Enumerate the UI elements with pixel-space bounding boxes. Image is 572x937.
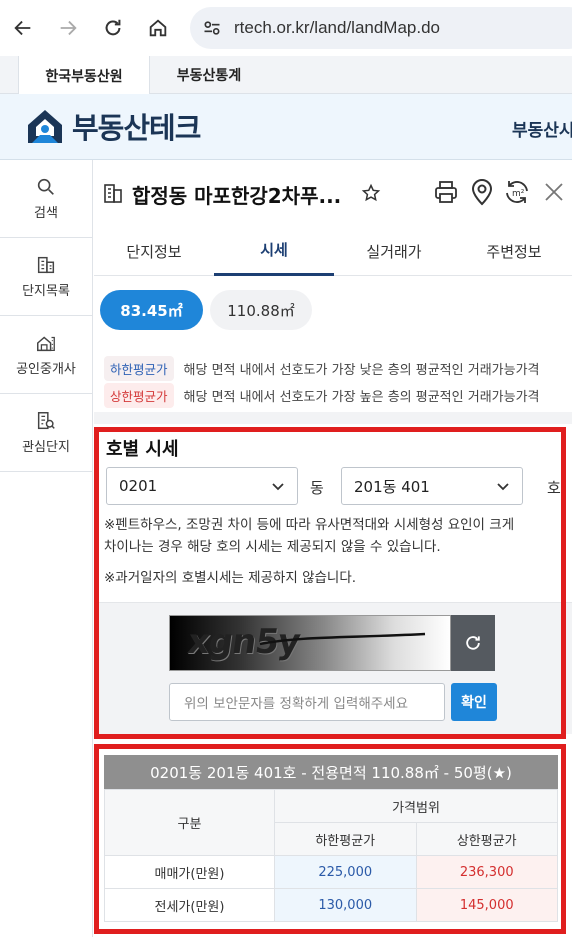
sidebar-item-label: 검색 <box>34 206 58 221</box>
forward-icon[interactable] <box>46 6 90 50</box>
agent-office-icon <box>37 336 55 352</box>
legend-high: 상한평균가 해당 면적 내에서 선호도가 가장 높은 층의 평균적인 거래가능가… <box>104 382 540 408</box>
location-pin-icon[interactable] <box>469 177 495 207</box>
site-tab-stats[interactable]: 부동산통계 <box>150 56 268 94</box>
sidebar-item-search[interactable]: 검색 <box>0 160 92 238</box>
site-tab-reb[interactable]: 한국부동산원 <box>18 56 150 95</box>
highlight-frame-result <box>94 744 566 934</box>
complex-title: 합정동 마포한강2차푸... <box>132 184 342 208</box>
legend-tag-low: 하한평균가 <box>104 355 174 381</box>
svg-text:m²: m² <box>512 189 525 199</box>
logo-text: 부동산테크 <box>72 111 201 145</box>
reload-icon[interactable] <box>91 6 135 50</box>
tab-market-price[interactable]: 시세 <box>214 226 334 276</box>
search-icon <box>37 178 54 195</box>
area-convert-icon[interactable]: m² <box>502 177 532 207</box>
print-icon[interactable] <box>432 178 460 206</box>
site-header: 부동산테크 부동산시 <box>0 94 572 160</box>
highlight-frame-unit-price <box>94 427 566 739</box>
back-icon[interactable] <box>1 6 45 50</box>
sidebar-item-label: 단지목록 <box>22 284 70 299</box>
site-settings-icon[interactable] <box>202 18 222 38</box>
legend-low: 하한평균가 해당 면적 내에서 선호도가 가장 낮은 층의 평균적인 거래가능가… <box>104 355 540 381</box>
site-logo[interactable]: 부동산테크 <box>24 105 201 147</box>
favorite-complex-icon <box>37 412 55 430</box>
browser-toolbar: rtech.or.kr/land/landMap.do <box>0 0 572 56</box>
section-divider <box>94 412 572 424</box>
legend-desc-low: 해당 면적 내에서 선호도가 가장 낮은 층의 평균적인 거래가능가격 <box>183 362 540 378</box>
sidebar-item-label: 공인중개사 <box>16 362 76 377</box>
area-chip-83[interactable]: 83.45㎡ <box>100 290 203 330</box>
sidebar-item-complex-list[interactable]: 단지목록 <box>0 238 92 316</box>
legend-desc-high: 해당 면적 내에서 선호도가 가장 높은 층의 평균적인 거래가능가격 <box>183 389 540 405</box>
left-sidebar: 검색 단지목록 공인중개사 관심단지 <box>0 160 93 937</box>
tab-complex-info[interactable]: 단지정보 <box>94 226 214 276</box>
site-tabs: 한국부동산원 부동산통계 <box>0 56 572 95</box>
area-chip-110[interactable]: 110.88㎡ <box>210 290 312 330</box>
legend-tag-high: 상한평균가 <box>104 382 174 408</box>
building-list-icon <box>37 256 55 274</box>
url-text: rtech.or.kr/land/landMap.do <box>234 18 441 37</box>
address-bar[interactable]: rtech.or.kr/land/landMap.do <box>190 7 572 49</box>
home-icon[interactable] <box>136 6 180 50</box>
tab-actual-transactions[interactable]: 실거래가 <box>334 226 454 276</box>
header-menu-text[interactable]: 부동산시 <box>512 116 572 141</box>
sidebar-item-favorites[interactable]: 관심단지 <box>0 394 92 472</box>
sidebar-item-agents[interactable]: 공인중개사 <box>0 316 92 394</box>
sidebar-item-label: 관심단지 <box>22 440 70 455</box>
complex-detail-panel: 합정동 마포한강2차푸... m² 단지정보 시세 실거래가 주변정보 83.4… <box>94 160 572 937</box>
house-logo-icon <box>28 110 62 143</box>
star-outline-icon[interactable] <box>361 183 381 203</box>
detail-tabs: 단지정보 시세 실거래가 주변정보 <box>94 226 572 276</box>
tab-nearby-info[interactable]: 주변정보 <box>454 226 572 276</box>
close-icon[interactable] <box>544 182 564 202</box>
building-icon <box>104 184 122 203</box>
